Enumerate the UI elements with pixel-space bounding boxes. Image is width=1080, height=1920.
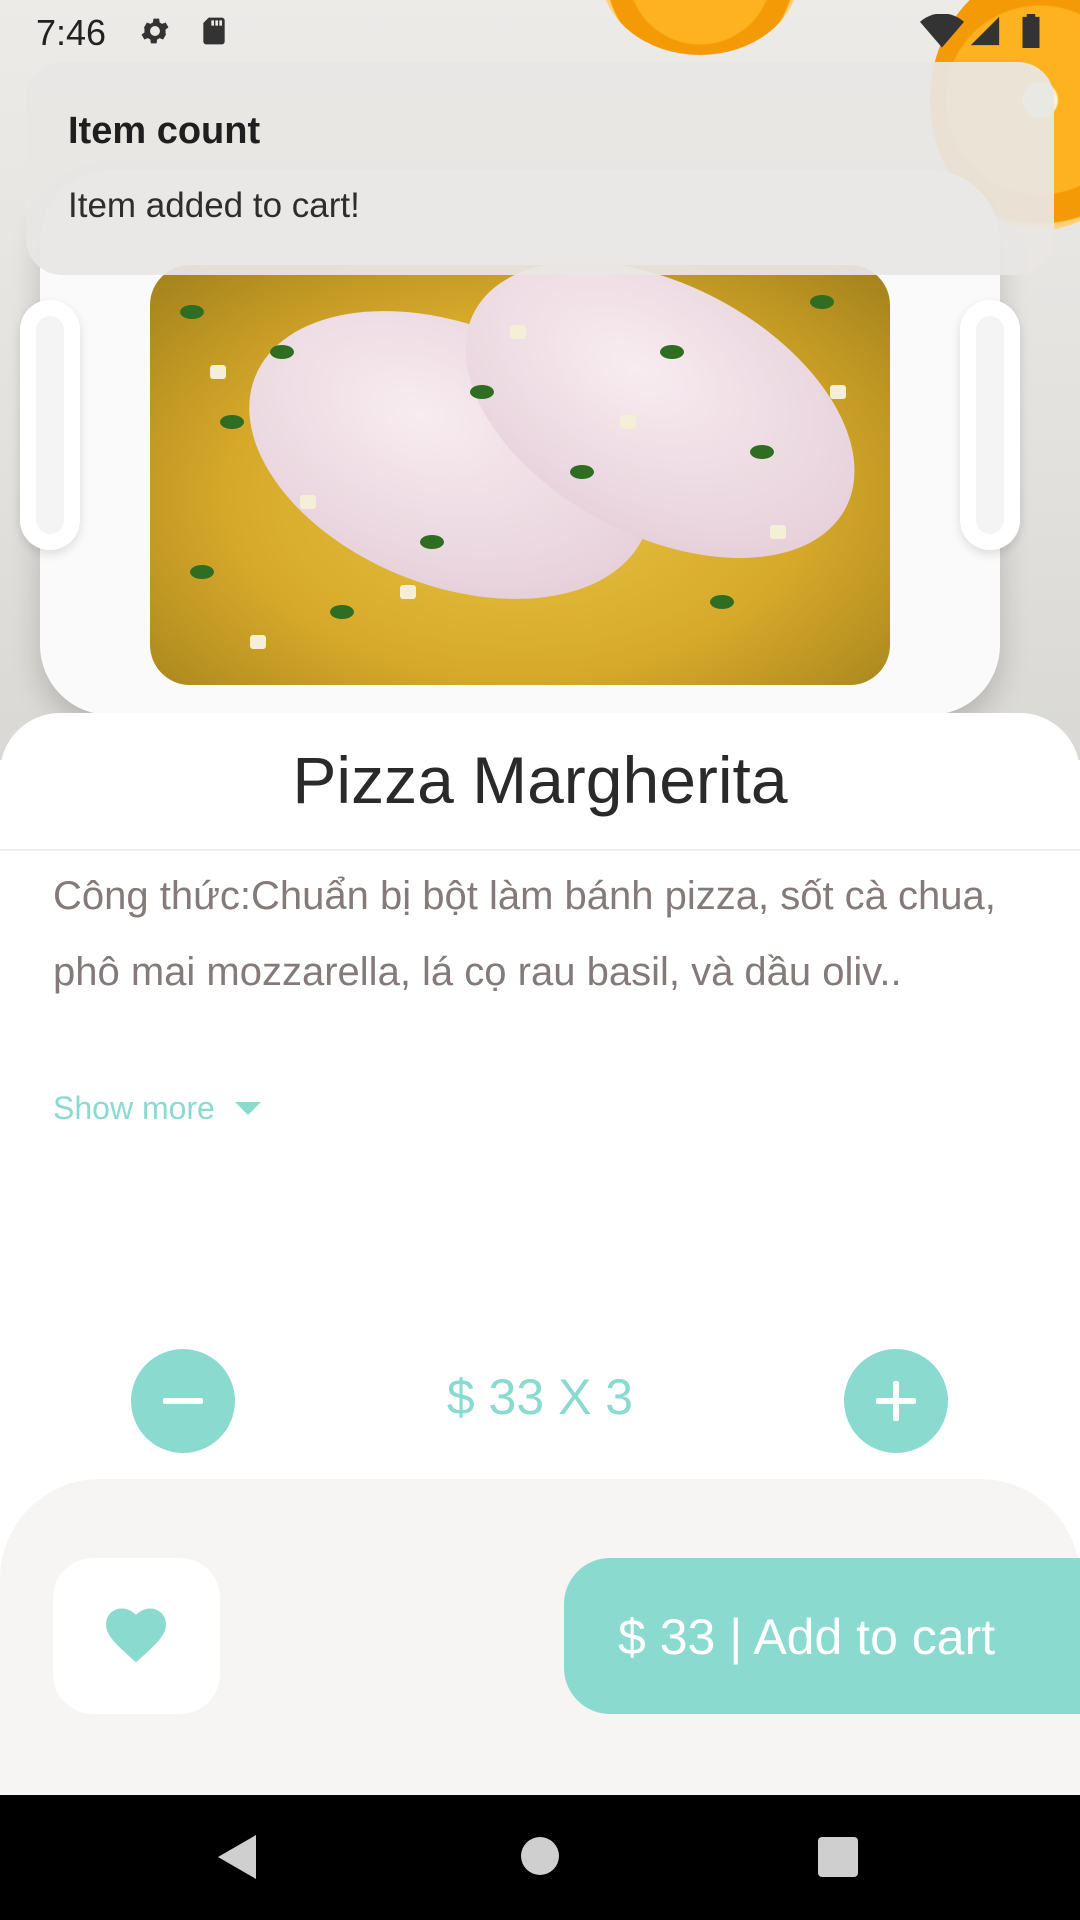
signal-icon [968, 14, 1002, 48]
home-icon[interactable] [521, 1837, 559, 1875]
add-to-cart-label: $ 33 | Add to cart [618, 1609, 996, 1665]
product-description: Công thức:Chuẩn bị bột làm bánh pizza, s… [53, 874, 996, 994]
battery-icon [1020, 14, 1044, 48]
heart-icon [106, 1608, 166, 1663]
back-icon[interactable] [218, 1835, 256, 1879]
navigation-bar [0, 1795, 1080, 1920]
divider [0, 849, 1080, 851]
recents-icon[interactable] [818, 1837, 858, 1877]
product-title: Pizza Margherita [292, 743, 788, 817]
notification-banner[interactable]: Item count Item added to cart! [26, 62, 1054, 275]
sd-card-icon [198, 14, 232, 48]
add-to-cart-button[interactable]: $ 33 | Add to cart [564, 1558, 1080, 1714]
status-bar: 7:46 [0, 0, 1080, 64]
status-time: 7:46 [36, 12, 107, 53]
marinade [150, 201, 905, 685]
notification-message: Item added to cart! [68, 186, 360, 225]
show-more-label: Show more [53, 1090, 215, 1126]
show-more-button[interactable]: Show more [53, 1090, 261, 1127]
favorite-button[interactable] [53, 1558, 220, 1714]
gear-icon [138, 14, 172, 48]
increase-quantity-button[interactable] [844, 1349, 948, 1453]
wifi-icon [920, 13, 964, 48]
notification-title: Item count [68, 110, 261, 152]
caret-down-icon [234, 1102, 261, 1115]
